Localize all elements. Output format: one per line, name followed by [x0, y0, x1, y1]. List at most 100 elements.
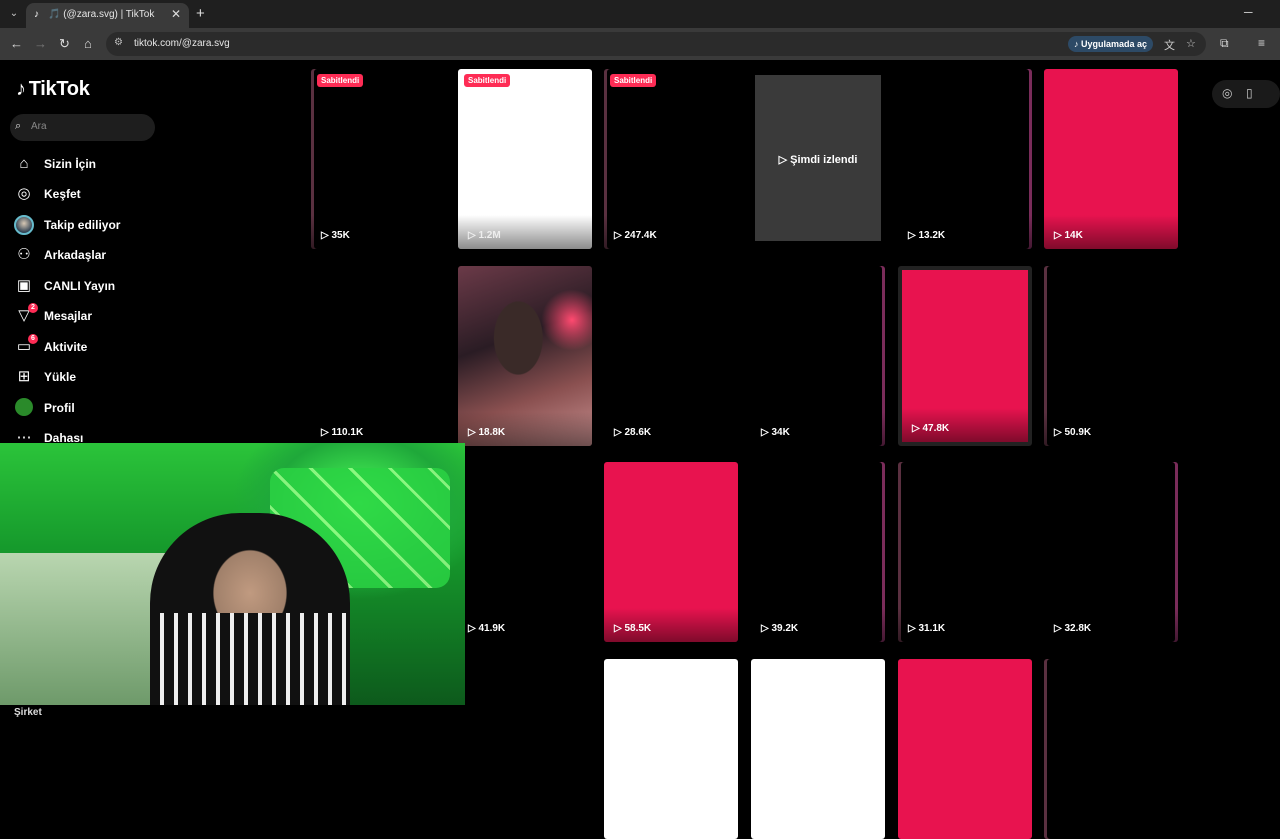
- nav-label: Profil: [44, 401, 75, 415]
- search-placeholder: Ara: [31, 121, 47, 132]
- nav-item-live[interactable]: ▣ CANLI Yayın: [14, 273, 174, 299]
- browser-tab[interactable]: ♪ 🎵 (@zara.svg) | TikTok ✕: [26, 3, 189, 28]
- pinned-badge: Sabitlendi: [464, 74, 511, 87]
- video-tile[interactable]: ▷ 50.9K: [1044, 266, 1178, 446]
- nav-label: Sizin İçin: [44, 157, 97, 171]
- view-count-value: 58.5K: [624, 623, 652, 634]
- video-tile[interactable]: Sabitlendi ▷ 35K: [311, 69, 445, 249]
- nav-item-profile[interactable]: Profil: [14, 395, 174, 421]
- translate-icon[interactable]: 文: [1164, 37, 1175, 53]
- view-count: ▷ 32.8K: [1054, 623, 1092, 634]
- nav-label: Keşfet: [44, 187, 81, 201]
- nav-label: Mesajlar: [44, 309, 93, 323]
- minimize-icon[interactable]: ─: [1244, 5, 1253, 19]
- video-tile[interactable]: ▷ 110.1K: [311, 266, 445, 446]
- video-tile[interactable]: ▷ 41.9K: [458, 462, 592, 642]
- reload-button[interactable]: ↻: [59, 36, 70, 52]
- avatar-icon: [14, 215, 34, 235]
- view-count-value: 110.1K: [331, 427, 364, 438]
- view-count: ▷ 247.4K: [614, 230, 657, 241]
- view-count-value: 28.6K: [624, 427, 652, 438]
- view-count: ▷ 110.1K: [321, 427, 364, 438]
- extensions-icon[interactable]: ⧉: [1220, 36, 1229, 51]
- view-count: ▷ 31.1K: [908, 623, 946, 634]
- browser-toolbar: ← → ↻ ⌂ ⚙ tiktok.com/@zara.svg ♪ Uygulam…: [0, 28, 1280, 60]
- nav-item-activity[interactable]: ▭ 6 Aktivite: [14, 334, 174, 360]
- nav-item-upload[interactable]: ⊞ Yükle: [14, 364, 174, 390]
- back-button[interactable]: ←: [10, 36, 23, 51]
- tab-search-chevron-icon[interactable]: ⌄: [6, 6, 22, 22]
- view-count: ▷ 14K: [1054, 230, 1083, 241]
- nav-label: Yükle: [44, 370, 77, 384]
- tiktok-logo[interactable]: ♪ TikTok: [16, 78, 90, 101]
- pinned-badge: Sabitlendi: [610, 74, 657, 87]
- tab-title: 🎵 (@zara.svg) | TikTok: [48, 9, 155, 20]
- video-tile[interactable]: ▷ 58.5K: [604, 462, 738, 642]
- view-count: ▷ 35K: [321, 230, 350, 241]
- view-count: ▷ 1.2M: [468, 230, 501, 241]
- view-count-value: 13.2K: [918, 230, 946, 241]
- tiktok-small-icon: ♪: [1074, 39, 1082, 49]
- view-count: ▷ 47.8K: [912, 423, 950, 434]
- phone-tool-icon[interactable]: ▯: [1246, 86, 1253, 100]
- video-tile-photo[interactable]: ▷ 18.8K: [458, 266, 592, 446]
- video-tile[interactable]: ▷ 31.1K: [898, 462, 1032, 642]
- view-count-value: 41.9K: [478, 623, 506, 634]
- tab-close-icon[interactable]: ✕: [171, 7, 181, 21]
- video-tile[interactable]: [751, 659, 885, 839]
- video-tile[interactable]: ▷ 47.8K: [898, 266, 1032, 446]
- view-count: ▷ 39.2K: [761, 623, 799, 634]
- search-input[interactable]: ⌕ Ara: [10, 114, 155, 141]
- video-tile[interactable]: ▷ 32.8K: [1044, 462, 1178, 642]
- webcam-shirt: [150, 613, 350, 705]
- nav-label: Aktivite: [44, 340, 88, 354]
- video-tile[interactable]: ▷ 13.2K: [898, 69, 1032, 249]
- forward-button[interactable]: →: [34, 36, 47, 51]
- view-count: ▷ 58.5K: [614, 623, 652, 634]
- pinned-badge: Sabitlendi: [317, 74, 364, 87]
- video-tile-watched[interactable]: ▷ Şimdi izlendi: [751, 69, 885, 249]
- video-tile[interactable]: ▷ 39.2K: [751, 462, 885, 642]
- nav-label: CANLI Yayın: [44, 279, 116, 293]
- search-icon: ⌕: [15, 120, 22, 132]
- watched-label: ▷ Şimdi izlendi: [778, 154, 858, 166]
- new-tab-button[interactable]: +: [196, 5, 205, 22]
- nav-item-following[interactable]: Takip ediliyor: [14, 212, 174, 238]
- open-in-app-label: Uygulamada aç: [1081, 39, 1148, 49]
- nav-item-for-you[interactable]: ⌂ Sizin İçin: [14, 151, 174, 177]
- open-in-app-button[interactable]: ♪ Uygulamada aç: [1068, 36, 1154, 52]
- video-tile[interactable]: [604, 659, 738, 839]
- bookmark-star-icon[interactable]: ☆: [1186, 37, 1196, 50]
- upload-icon: ⊞: [17, 368, 31, 385]
- logo-text: TikTok: [28, 78, 90, 100]
- home-button[interactable]: ⌂: [84, 36, 92, 51]
- url-text[interactable]: tiktok.com/@zara.svg: [134, 38, 230, 49]
- nav-item-explore[interactable]: ◎ Keşfet: [14, 181, 174, 207]
- site-info-icon[interactable]: ⚙: [114, 37, 123, 48]
- view-count: ▷ 50.9K: [1054, 427, 1092, 438]
- view-count: ▷ 18.8K: [468, 427, 506, 438]
- tiktok-note-icon: ♪: [16, 78, 26, 100]
- floating-tools: ◎ ▯: [1212, 80, 1280, 108]
- video-tile[interactable]: ▷ 14K: [1044, 69, 1178, 249]
- live-icon: ▣: [16, 277, 32, 294]
- messages-badge: 2: [28, 303, 38, 313]
- reading-list-icon[interactable]: ≡: [1258, 36, 1265, 50]
- video-tile[interactable]: [898, 659, 1032, 839]
- profile-avatar-icon: [14, 398, 34, 418]
- view-count: ▷ 13.2K: [908, 230, 946, 241]
- video-tile[interactable]: Sabitlendi ▷ 247.4K: [604, 69, 738, 249]
- address-bar[interactable]: ⚙ tiktok.com/@zara.svg ♪ Uygulamada aç 文…: [106, 32, 1206, 56]
- nav-item-messages[interactable]: ▽ 2 Mesajlar: [14, 303, 174, 329]
- video-tile[interactable]: ▷ 34K: [751, 266, 885, 446]
- nav-item-friends[interactable]: ⚇ Arkadaşlar: [14, 242, 174, 268]
- footer-company-link[interactable]: Şirket: [14, 707, 42, 718]
- video-tile[interactable]: Sabitlendi ▷ 1.2M: [458, 69, 592, 249]
- compass-tool-icon[interactable]: ◎: [1222, 86, 1232, 100]
- tiktok-favicon-icon: ♪: [34, 9, 39, 20]
- video-tile[interactable]: [1044, 659, 1178, 839]
- view-count-value: 1.2M: [478, 230, 501, 241]
- view-count: ▷ 28.6K: [614, 427, 652, 438]
- video-tile[interactable]: ▷ 28.6K: [604, 266, 738, 446]
- activity-badge: 6: [28, 334, 38, 344]
